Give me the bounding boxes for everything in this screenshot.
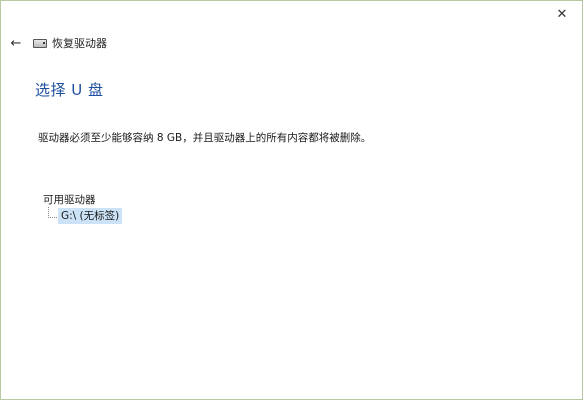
back-arrow-icon[interactable]: ← <box>7 34 25 52</box>
close-icon[interactable]: ✕ <box>552 5 572 25</box>
window-title: 恢复驱动器 <box>52 37 107 50</box>
drive-list-item-g[interactable]: G:\ (无标签) <box>58 208 123 224</box>
tree-connector <box>48 207 57 218</box>
description-text: 驱动器必须至少能够容纳 8 GB，并且驱动器上的所有内容都将被删除。 <box>38 132 372 144</box>
window-title-bar: ← 恢复驱动器 <box>7 34 107 52</box>
page-title: 选择 U 盘 <box>35 81 104 99</box>
available-drives-label: 可用驱动器 <box>43 194 96 206</box>
usb-drive-icon <box>33 38 47 48</box>
recovery-drive-window: ✕ ← 恢复驱动器 选择 U 盘 驱动器必须至少能够容纳 8 GB，并且驱动器上… <box>0 0 583 400</box>
